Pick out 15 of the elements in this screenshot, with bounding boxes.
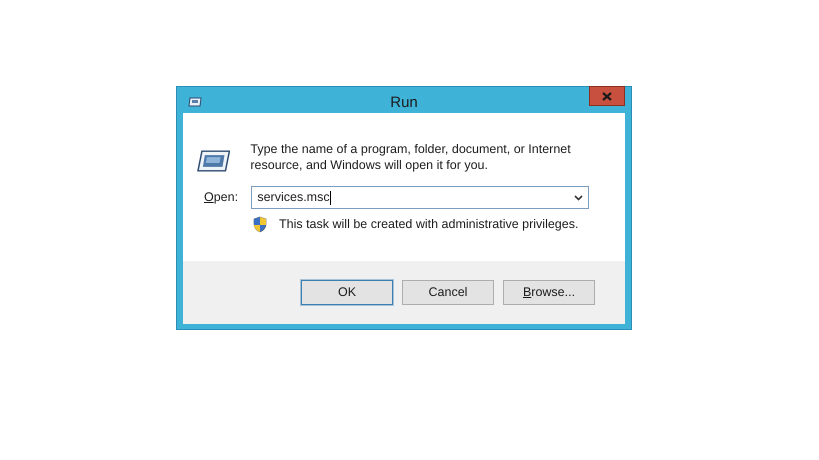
- description-text: Type the name of a program, folder, document, or Internet resource, and Windows will open it for you.: [250, 141, 572, 173]
- shield-icon: [252, 216, 268, 233]
- close-button[interactable]: [589, 86, 625, 106]
- window-app-icon: [188, 97, 202, 107]
- open-label: Open:: [204, 189, 240, 206]
- open-field-value: services.msc: [257, 189, 332, 207]
- run-program-icon: [197, 150, 230, 172]
- dialog-button[interactable]: Cancel: [402, 280, 494, 305]
- close-icon: [602, 92, 612, 100]
- dialog-button[interactable]: Browse...: [503, 280, 595, 305]
- dialog-button[interactable]: OK: [301, 280, 393, 305]
- open-combo-box[interactable]: services.msc: [251, 186, 589, 209]
- admin-note-text: This task will be created with administrative privileges.: [279, 216, 578, 233]
- dropdown-caret-icon[interactable]: [574, 194, 583, 200]
- window-title: Run: [390, 93, 418, 113]
